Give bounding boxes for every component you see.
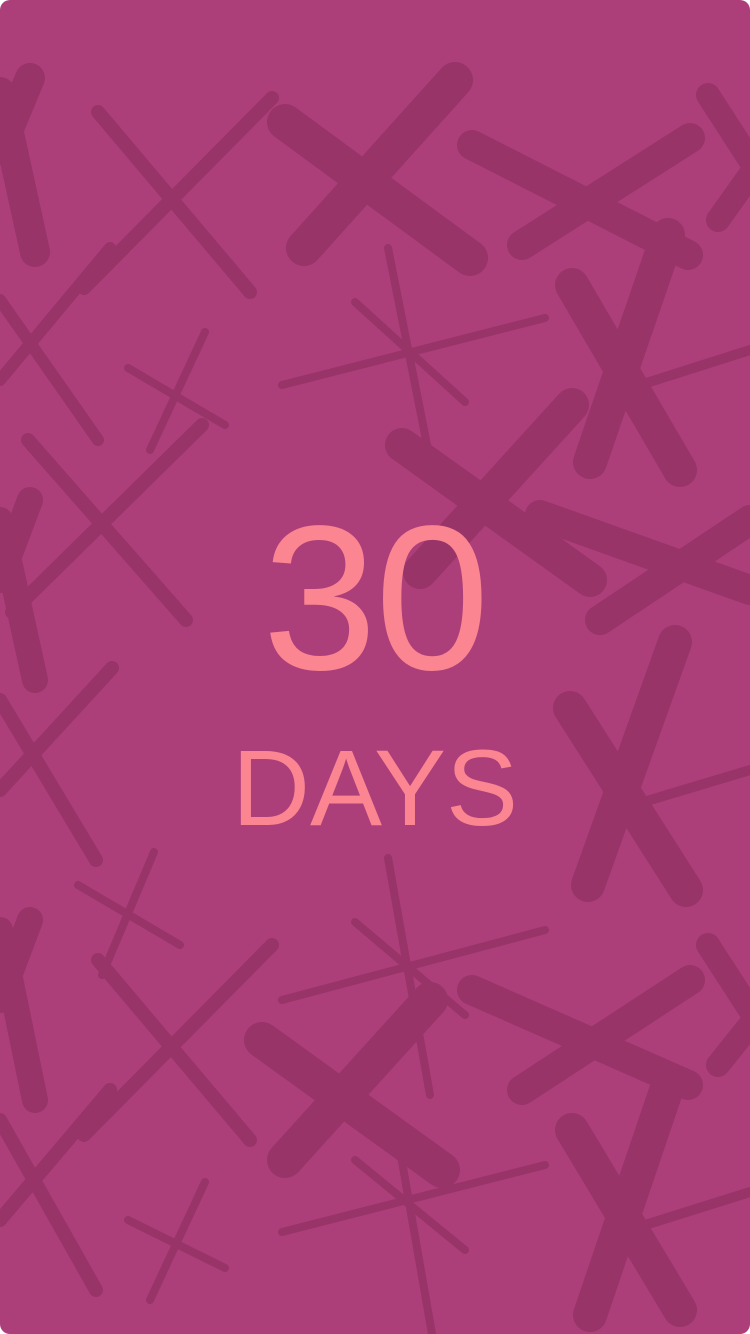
brush-x-icon [696, 83, 750, 232]
brush-x-icon [0, 242, 116, 446]
streak-day-count: 30 [262, 483, 489, 713]
brush-x-icon [0, 1083, 117, 1297]
brush-x-icon [244, 982, 460, 1188]
streak-card: 30 DAYS [0, 0, 750, 1334]
brush-x-icon [278, 854, 549, 1099]
brush-x-icon [555, 218, 697, 487]
brush-x-icon [635, 345, 750, 390]
streak-unit-label: DAYS [231, 727, 519, 848]
brush-x-icon [278, 1146, 549, 1334]
brush-x-icon [77, 91, 279, 299]
brush-x-icon [124, 1178, 229, 1304]
brush-x-icon [555, 1068, 697, 1332]
brush-x-icon [124, 328, 229, 454]
brush-x-icon [0, 907, 48, 1113]
brush-x-icon [0, 63, 50, 267]
brush-x-icon [77, 938, 279, 1147]
brush-x-icon [278, 244, 549, 464]
brush-x-icon [267, 62, 488, 276]
brush-x-icon [696, 933, 750, 1077]
brush-x-icon [640, 1187, 750, 1230]
